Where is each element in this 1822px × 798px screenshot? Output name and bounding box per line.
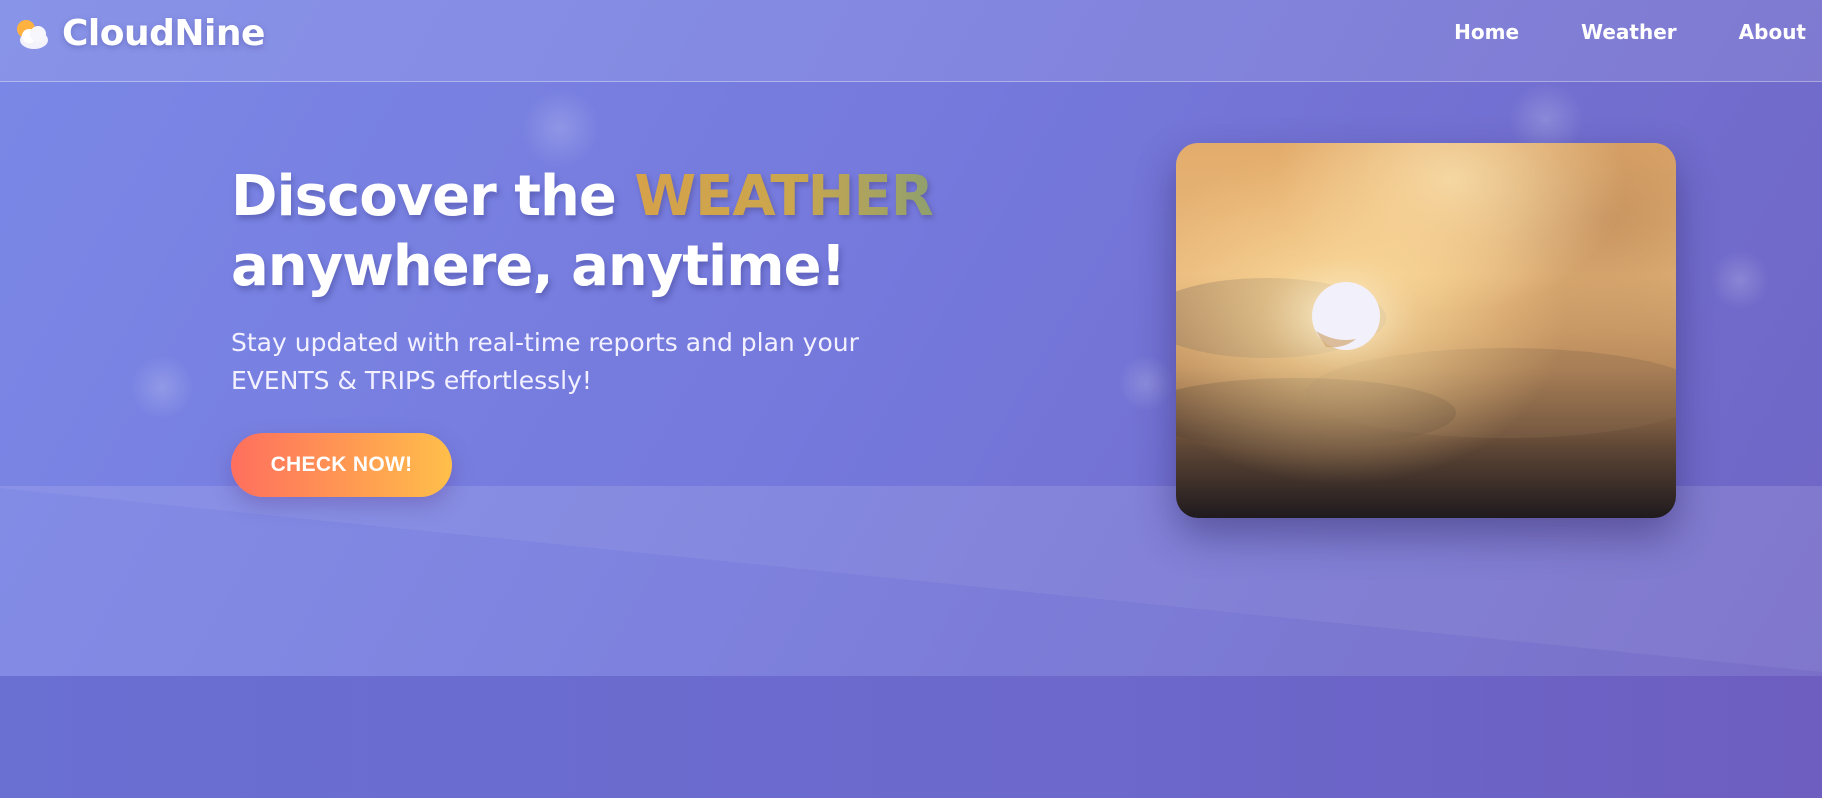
background-lower-band xyxy=(0,676,1822,798)
hero-title-accent: WEATHER xyxy=(634,164,933,229)
hero-title-line2: anywhere, anytime! xyxy=(231,234,846,299)
partly-cloudy-icon xyxy=(12,15,52,51)
bokeh-light xyxy=(1118,355,1174,411)
hero-subtitle-line2: EVENTS & TRIPS effortlessly! xyxy=(231,366,592,395)
site-header: CloudNine Home Weather About xyxy=(0,0,1822,82)
hero-weather-photo xyxy=(1176,143,1676,518)
bokeh-light xyxy=(130,355,194,419)
bokeh-light xyxy=(1710,250,1770,310)
brand-name: CloudNine xyxy=(62,12,265,54)
check-now-button[interactable]: CHECK NOW! xyxy=(231,433,452,497)
nav-link-about[interactable]: About xyxy=(1739,20,1806,44)
main-nav: Home Weather About xyxy=(1454,20,1806,44)
hero-subtitle-line1: Stay updated with real-time reports and … xyxy=(231,328,859,357)
hero-title: Discover the WEATHER anywhere, anytime! xyxy=(231,162,951,302)
bokeh-light xyxy=(520,88,600,168)
hero-title-prefix: Discover the xyxy=(231,164,635,229)
nav-link-weather[interactable]: Weather xyxy=(1581,20,1677,44)
brand-logo[interactable]: CloudNine xyxy=(12,12,265,54)
nav-link-home[interactable]: Home xyxy=(1454,20,1519,44)
hero-subtitle: Stay updated with real-time reports and … xyxy=(231,324,951,400)
